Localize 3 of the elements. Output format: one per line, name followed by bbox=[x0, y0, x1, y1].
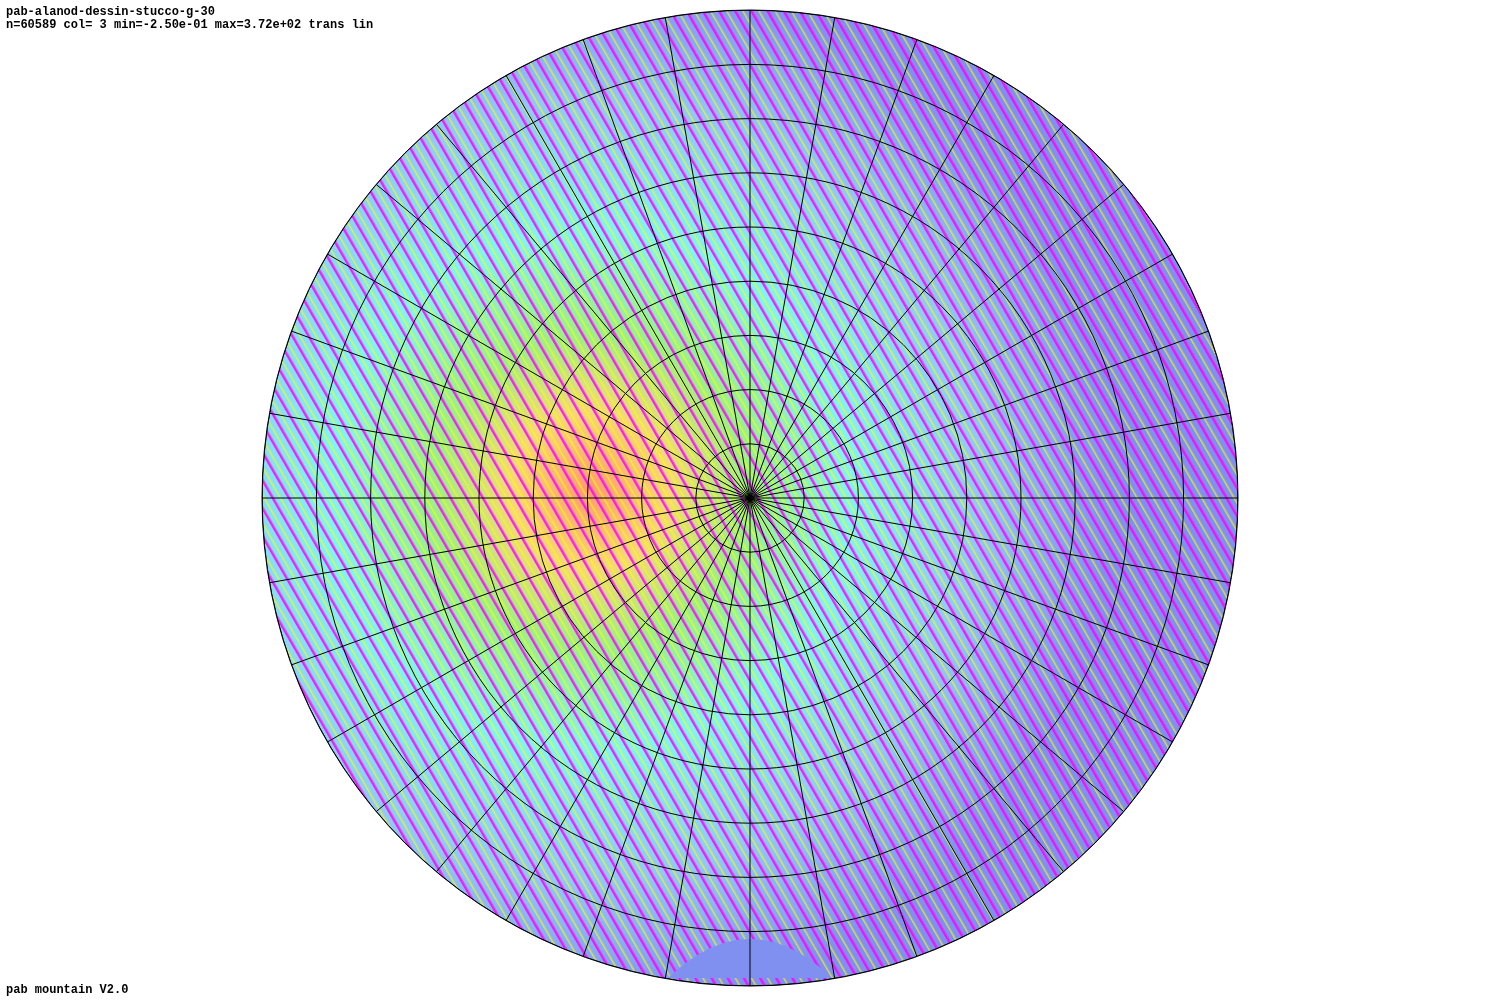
plot-title: pab-alanod-dessin-stucco-g-30 bbox=[6, 6, 216, 19]
program-version: pab mountain V2.0 bbox=[6, 984, 129, 997]
plot-statistics: n=60589 col= 3 min=-2.50e-01 max=3.72e+02 trans lin bbox=[6, 19, 374, 32]
